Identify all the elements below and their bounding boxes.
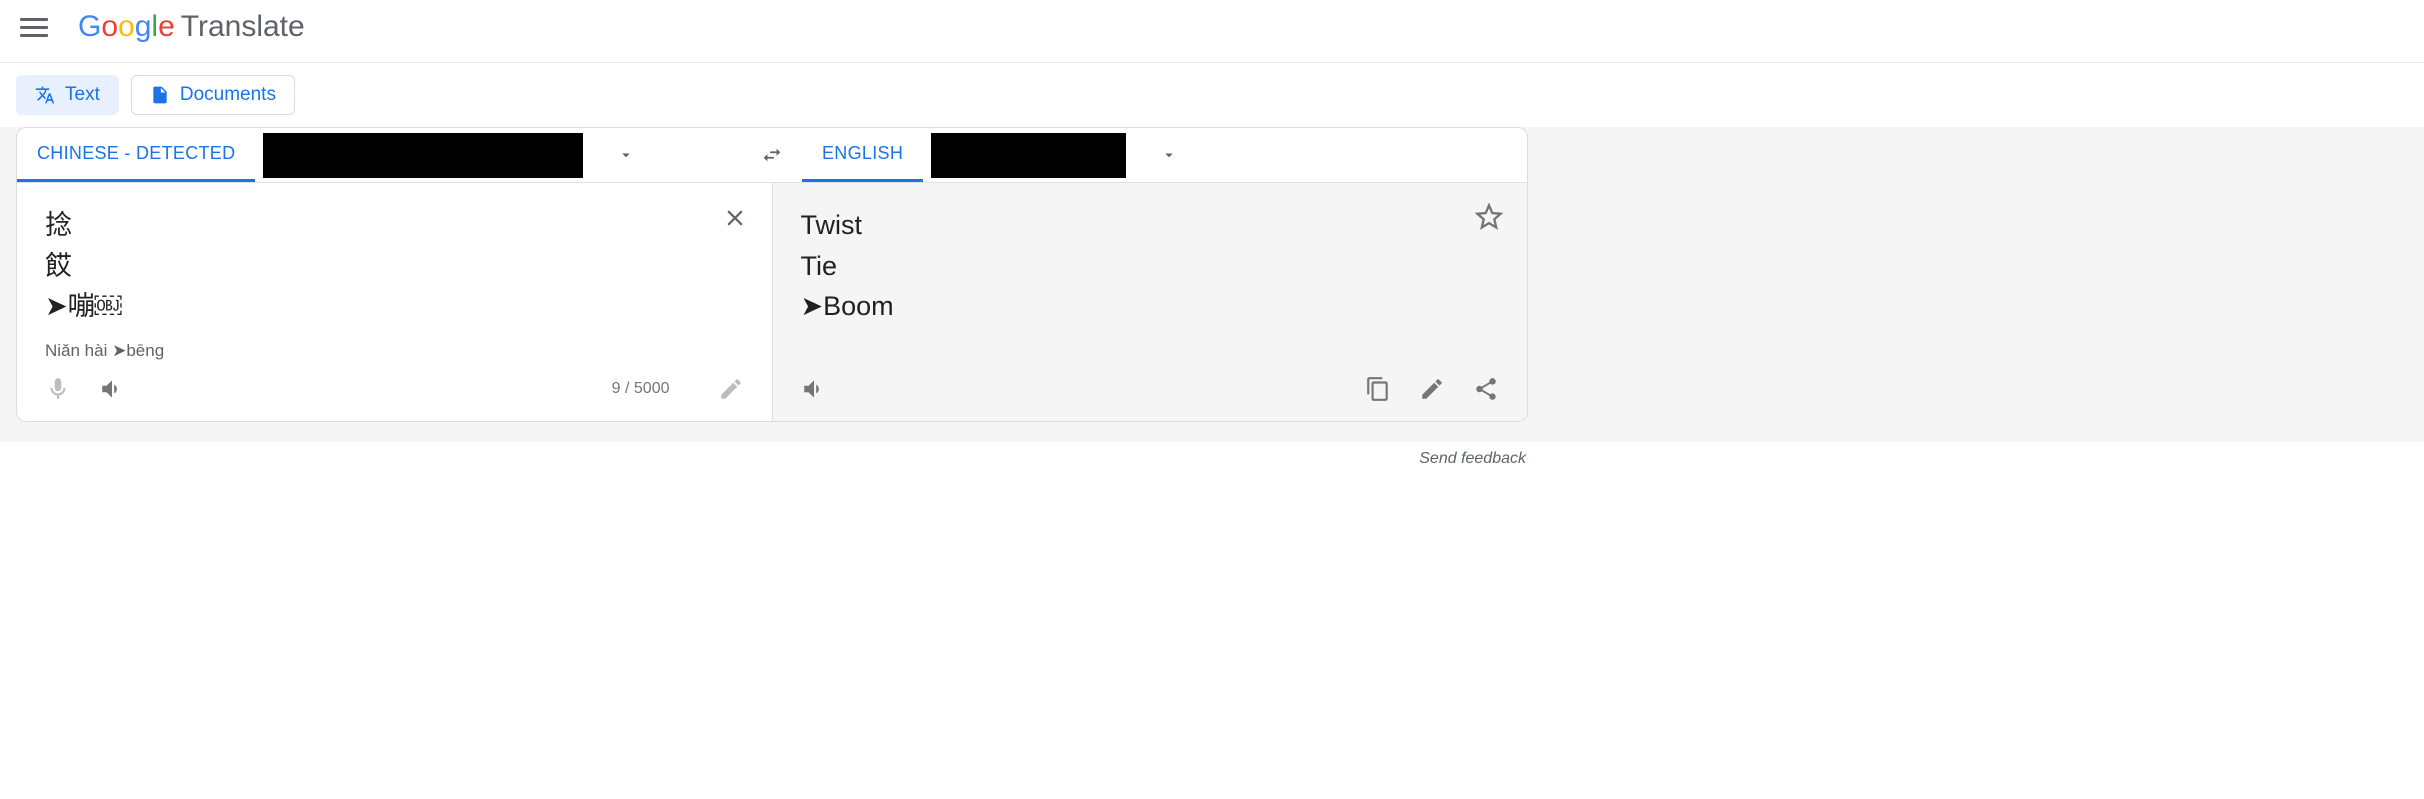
- document-icon: [150, 85, 170, 105]
- language-bar: CHINESE - DETECTED ENGLISH: [17, 128, 1527, 183]
- source-tools: 9 / 5000: [45, 371, 744, 407]
- pencil-icon[interactable]: [1419, 376, 1445, 402]
- source-text[interactable]: 捻 餀 ➤嘣￼: [45, 205, 744, 327]
- swap-icon: [761, 144, 783, 166]
- redacted-block: [263, 133, 583, 178]
- char-counter: 9 / 5000: [612, 380, 670, 398]
- mode-documents-button[interactable]: Documents: [131, 75, 295, 115]
- source-lang-detected-label: CHINESE - DETECTED: [37, 143, 235, 164]
- logo[interactable]: Google Translate: [78, 10, 305, 44]
- topbar: Google Translate: [0, 0, 2424, 63]
- mode-text-button[interactable]: Text: [16, 75, 119, 115]
- close-icon: [722, 205, 748, 231]
- target-pane: Twist Tie ➤Boom: [772, 183, 1528, 421]
- swap-languages-button[interactable]: [742, 128, 802, 182]
- target-tools: [801, 371, 1500, 407]
- translate-icon: [35, 85, 55, 105]
- star-icon: [1475, 203, 1503, 231]
- menu-icon[interactable]: [20, 13, 48, 41]
- source-lang-tabs: CHINESE - DETECTED: [17, 128, 742, 182]
- microphone-icon[interactable]: [45, 376, 71, 402]
- product-name: Translate: [181, 10, 305, 44]
- chevron-down-icon: [1160, 146, 1178, 164]
- send-feedback-label: Send feedback: [1419, 450, 1526, 467]
- translate-card: CHINESE - DETECTED ENGLISH 捻 餀 ➤嘣￼ Niǎn …: [16, 127, 1528, 422]
- mode-bar: Text Documents: [0, 63, 2424, 127]
- target-lang-tabs: ENGLISH: [802, 128, 1527, 182]
- copy-icon[interactable]: [1365, 376, 1391, 402]
- share-icon[interactable]: [1473, 376, 1499, 402]
- clear-source-button[interactable]: [722, 205, 748, 236]
- source-pane: 捻 餀 ➤嘣￼ Niǎn hài ➤bēng 9 / 5000: [17, 183, 772, 421]
- target-lang-english-tab[interactable]: ENGLISH: [802, 128, 923, 182]
- target-lang-english-label: ENGLISH: [822, 143, 903, 164]
- pencil-icon[interactable]: [718, 376, 744, 402]
- translate-panes: 捻 餀 ➤嘣￼ Niǎn hài ➤bēng 9 / 5000 Twist Ti…: [17, 183, 1527, 421]
- redacted-block: [931, 133, 1126, 178]
- mode-text-label: Text: [65, 84, 100, 106]
- source-lang-detected-tab[interactable]: CHINESE - DETECTED: [17, 128, 255, 182]
- source-lang-dropdown[interactable]: [591, 128, 661, 182]
- mode-documents-label: Documents: [180, 84, 276, 106]
- speaker-icon[interactable]: [801, 376, 827, 402]
- speaker-icon[interactable]: [99, 376, 125, 402]
- chevron-down-icon: [617, 146, 635, 164]
- source-transliteration: Niǎn hài ➤bēng: [45, 341, 744, 361]
- target-text: Twist Tie ➤Boom: [801, 205, 1500, 327]
- save-translation-button[interactable]: [1475, 203, 1503, 236]
- target-lang-dropdown[interactable]: [1134, 128, 1204, 182]
- send-feedback-link[interactable]: Send feedback: [0, 442, 1544, 468]
